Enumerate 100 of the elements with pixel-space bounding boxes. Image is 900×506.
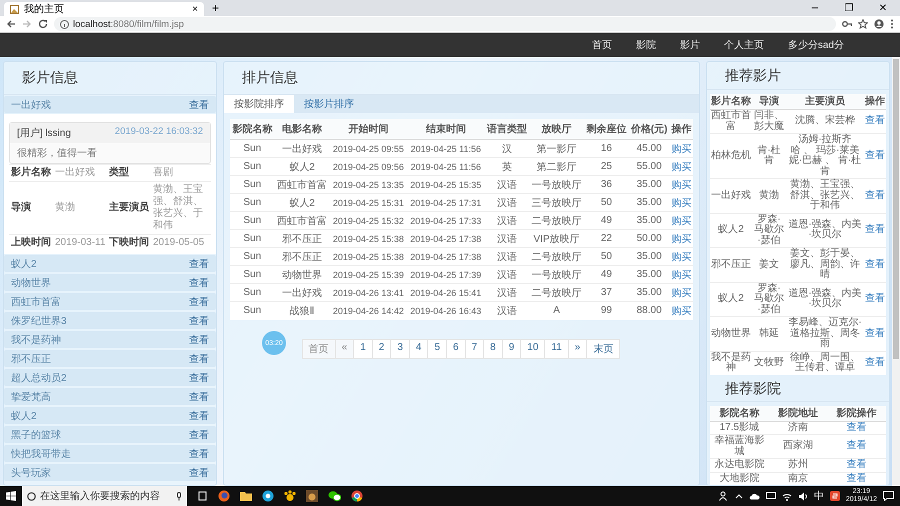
action-link[interactable]: 查看 — [846, 440, 867, 452]
close-button[interactable]: ✕ — [866, 0, 900, 16]
paw-icon[interactable] — [284, 490, 296, 502]
address-field[interactable]: localhost:8080/film/film.jsp — [54, 17, 836, 31]
film-item[interactable]: 动物世界 查看 — [4, 274, 216, 291]
taskbar-search-field[interactable]: 在这里输入你要搜索的内容 — [22, 486, 187, 506]
film-item[interactable]: 快把我哥带走 查看 — [4, 445, 216, 462]
film-item[interactable]: 我不是药神 查看 — [4, 331, 216, 348]
film-item[interactable]: 黑子的篮球 查看 — [4, 426, 216, 443]
film-item[interactable]: 挚爱梵高 查看 — [4, 388, 216, 405]
page-link[interactable]: 6 — [446, 338, 466, 358]
action-link[interactable]: 查看 — [846, 422, 867, 432]
menu-icon[interactable] — [890, 19, 894, 29]
view-link[interactable]: 查看 — [189, 352, 209, 366]
film-item[interactable]: 蚁人2 查看 — [4, 255, 216, 272]
nav-link[interactable]: 个人主页 — [712, 38, 776, 52]
page-link[interactable]: 1 — [353, 338, 373, 358]
notification-icon[interactable] — [883, 491, 894, 501]
close-tab-button[interactable]: × — [192, 4, 198, 14]
film-item[interactable]: 侏罗纪世界3 查看 — [4, 312, 216, 329]
people-icon[interactable] — [718, 491, 729, 501]
film-item[interactable]: 蚁人2 查看 — [4, 407, 216, 424]
page-link[interactable]: 2 — [372, 338, 392, 358]
action-link[interactable]: 查看 — [846, 472, 867, 484]
action-link[interactable]: 购买 — [671, 288, 692, 298]
action-link[interactable]: 查看 — [865, 150, 885, 161]
browser-tab[interactable]: 我的主页 × — [4, 2, 204, 16]
restore-button[interactable]: ❐ — [832, 0, 866, 16]
action-link[interactable]: 购买 — [671, 162, 692, 172]
page-link[interactable]: 5 — [427, 338, 448, 358]
nav-link[interactable]: 首页 — [580, 38, 624, 52]
view-link[interactable]: 查看 — [189, 428, 209, 442]
new-tab-button[interactable]: + — [212, 1, 220, 15]
page-link[interactable]: 末页 — [586, 338, 620, 358]
page-link[interactable]: 3 — [390, 338, 410, 358]
film-item[interactable]: 邪不压正 查看 — [4, 350, 216, 367]
globe-icon[interactable] — [262, 490, 274, 502]
account-icon[interactable] — [874, 19, 884, 29]
page-link[interactable]: 8 — [483, 338, 503, 358]
action-link[interactable]: 查看 — [846, 459, 867, 470]
action-link[interactable]: 查看 — [865, 328, 885, 338]
nav-link[interactable]: 影片 — [668, 38, 712, 52]
reload-icon[interactable] — [38, 19, 48, 29]
action-link[interactable]: 查看 — [865, 356, 885, 368]
action-link[interactable]: 购买 — [671, 180, 692, 190]
cloud-icon[interactable] — [748, 492, 760, 500]
folder-icon[interactable] — [240, 490, 252, 502]
action-link[interactable]: 购买 — [671, 252, 692, 262]
film-item[interactable]: 超人总动员2 查看 — [4, 369, 216, 386]
star-icon[interactable] — [858, 19, 868, 29]
nav-link[interactable]: 影院 — [624, 38, 668, 52]
view-link[interactable]: 查看 — [189, 276, 209, 290]
film-item[interactable]: 西虹市首富 查看 — [4, 293, 216, 310]
input-method-indicator[interactable]: 中 — [814, 489, 824, 503]
action-link[interactable]: 查看 — [865, 224, 885, 235]
view-link[interactable]: 查看 — [189, 390, 209, 404]
action-link[interactable]: 查看 — [865, 258, 885, 270]
task-view-icon[interactable] — [197, 491, 208, 501]
action-link[interactable]: 查看 — [865, 293, 885, 304]
sort-tab[interactable]: 按影片排序 — [294, 95, 364, 113]
view-link[interactable]: 查看 — [189, 332, 209, 346]
minimize-button[interactable]: − — [798, 0, 832, 16]
view-link[interactable]: 查看 — [189, 446, 209, 460]
scrollbar[interactable] — [892, 57, 900, 486]
view-link[interactable]: 查看 — [189, 294, 209, 308]
film-item[interactable]: 一出好戏 查看 — [4, 96, 216, 113]
action-link[interactable]: 购买 — [671, 198, 692, 208]
key-icon[interactable] — [842, 19, 852, 29]
nav-link[interactable]: 多少分sad分 — [776, 38, 856, 52]
action-link[interactable]: 购买 — [671, 144, 692, 154]
sort-tab[interactable]: 按影院排序 — [224, 95, 294, 113]
page-link[interactable]: 10 — [520, 338, 546, 358]
page-link[interactable]: 7 — [464, 338, 484, 358]
chat-icon[interactable] — [328, 490, 341, 502]
chevron-up-icon[interactable] — [734, 493, 743, 499]
chrome-icon[interactable] — [351, 490, 363, 502]
view-link[interactable]: 查看 — [189, 370, 209, 384]
view-link[interactable]: 查看 — [189, 314, 209, 328]
action-link[interactable]: 购买 — [671, 270, 692, 280]
view-link[interactable]: 查看 — [189, 408, 209, 422]
windows-icon[interactable] — [6, 491, 16, 501]
page-link[interactable]: 9 — [502, 338, 522, 358]
app-tray-icon[interactable] — [830, 491, 840, 501]
speaker-icon[interactable] — [798, 492, 808, 500]
view-link[interactable]: 查看 — [189, 256, 209, 270]
view-link[interactable]: 查看 — [189, 466, 209, 480]
action-link[interactable]: 查看 — [865, 190, 885, 200]
film-item[interactable]: 头号玩家 查看 — [4, 464, 216, 481]
action-link[interactable]: 购买 — [671, 306, 692, 317]
page-link[interactable]: 11 — [544, 338, 569, 358]
wifi-icon[interactable] — [782, 492, 792, 500]
network-icon[interactable] — [766, 492, 776, 500]
action-link[interactable]: 购买 — [671, 234, 692, 244]
browser-icon[interactable] — [218, 490, 230, 502]
page-link[interactable]: » — [568, 338, 588, 358]
action-link[interactable]: 购买 — [671, 216, 692, 226]
back-icon[interactable] — [6, 19, 16, 29]
action-link[interactable]: 查看 — [865, 115, 885, 126]
page-link[interactable]: 4 — [408, 338, 428, 358]
view-link[interactable]: 查看 — [189, 98, 209, 112]
